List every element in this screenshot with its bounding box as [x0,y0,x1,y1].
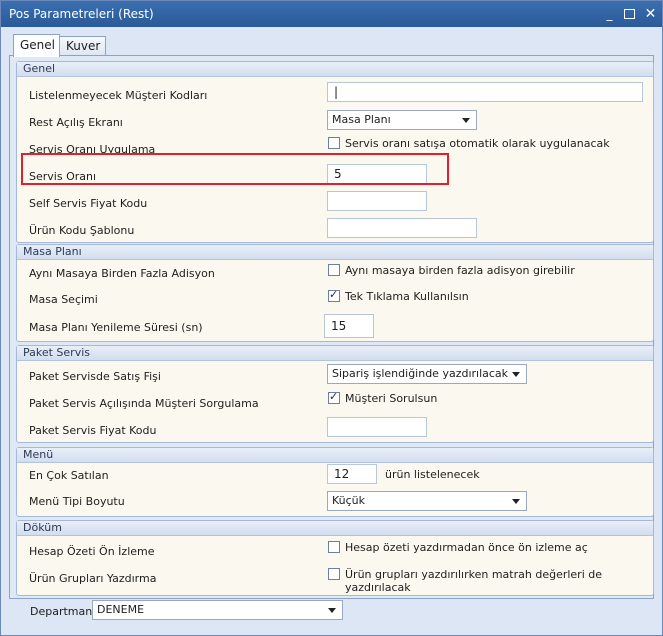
label-paket-satis-fisi: Paket Servisde Satış Fişi [29,370,161,383]
paket-satis-fisi-value: Sipariş işlendiğinde yazdırılacak [332,367,509,380]
servis-orani-highlight [21,153,449,185]
label-self-servis: Self Servis Fiyat Kodu [29,197,148,210]
musteri-sorulsun-checkbox-label: Müşteri Sorulsun [345,392,438,405]
urun-listelenecek-label: ürün listelenecek [385,468,480,481]
label-ayni-masaya: Aynı Masaya Birden Fazla Adisyon [29,267,215,280]
rest-acilis-value: Masa Planı [332,113,391,126]
yenileme-suresi-input[interactable]: 15 [324,314,374,338]
group-menu: Menü En Çok Satılan 12 ürün listelenecek… [16,447,654,517]
departman-select[interactable]: DENEME [92,600,343,620]
label-menu-tipi: Menü Tipi Boyutu [29,495,125,508]
tab-content: Genel Listelenmeyecek Müşteri Kodları | … [9,55,654,599]
paket-fiyat-kodu-input[interactable] [327,417,427,437]
title-bar: Pos Parametreleri (Rest) _ ✕ [1,1,662,27]
minimize-button[interactable]: _ [603,8,616,20]
hesap-ozeti-checkbox-label: Hesap özeti yazdırmadan önce ön izleme a… [345,541,588,554]
group-dokum: Döküm Hesap Özeti Ön İzleme Hesap özeti … [16,520,654,596]
chevron-down-icon [462,118,470,123]
group-genel: Genel Listelenmeyecek Müşteri Kodları | … [16,61,654,243]
urun-gruplari-checkbox[interactable] [328,568,340,580]
label-paket-fiyat-kodu: Paket Servis Fiyat Kodu [29,424,157,437]
menu-tipi-select[interactable]: Küçük [327,491,527,511]
group-header: Paket Servis [17,346,653,361]
group-paket-servis: Paket Servis Paket Servisde Satış Fişi S… [16,345,654,443]
ayni-masaya-checkbox[interactable] [328,264,340,276]
group-header: Menü [17,448,653,463]
menu-tipi-value: Küçük [332,494,366,507]
group-header: Döküm [17,521,653,536]
chevron-down-icon [328,608,336,613]
label-masa-secimi: Masa Seçimi [29,293,98,306]
label-urun-gruplari: Ürün Grupları Yazdırma [29,572,157,585]
departman-label: Departman [30,605,93,618]
chevron-down-icon [512,499,520,504]
label-musteri-sorgulama: Paket Servis Açılışında Müşteri Sorgulam… [29,397,259,410]
servis-orani-checkbox[interactable] [328,137,340,149]
ayni-masaya-checkbox-label: Aynı masaya birden fazla adisyon girebil… [345,264,575,277]
label-en-cok-satilan: En Çok Satılan [29,469,109,482]
window: Pos Parametreleri (Rest) _ ✕ Genel Kuver… [0,0,663,636]
en-cok-satilan-input[interactable]: 12 [327,464,377,484]
servis-orani-checkbox-label: Servis oranı satışa otomatik olarak uygu… [345,137,610,150]
hesap-ozeti-checkbox[interactable] [328,541,340,553]
maximize-button[interactable] [624,9,635,19]
label-rest-acilis: Rest Açılış Ekranı [29,116,123,129]
group-header: Masa Planı [17,245,653,260]
tek-tiklama-checkbox[interactable] [328,288,340,302]
self-servis-input[interactable] [327,191,427,211]
tab-kuver[interactable]: Kuver [59,36,106,56]
paket-satis-fisi-select[interactable]: Sipariş işlendiğinde yazdırılacak [327,364,527,384]
label-urun-kodu: Ürün Kodu Şablonu [29,224,135,237]
tek-tiklama-checkbox-label: Tek Tıklama Kullanılsın [345,290,469,303]
urun-kodu-input[interactable] [327,218,477,238]
urun-gruplari-checkbox-label: Ürün grupları yazdırılırken matrah değer… [345,568,603,594]
label-yenileme-suresi: Masa Planı Yenileme Süresi (sn) [29,321,203,334]
group-header: Genel [17,62,653,77]
musteri-kodlari-input[interactable]: | [327,82,643,102]
group-masa-plani: Masa Planı Aynı Masaya Birden Fazla Adis… [16,244,654,342]
musteri-sorulsun-checkbox[interactable] [328,390,340,404]
window-title: Pos Parametreleri (Rest) [9,7,154,21]
chevron-down-icon [512,372,520,377]
rest-acilis-select[interactable]: Masa Planı [327,110,477,130]
close-button[interactable]: ✕ [644,7,657,21]
label-hesap-ozeti: Hesap Özeti Ön İzleme [29,545,155,558]
label-listelenmeyecek: Listelenmeyecek Müşteri Kodları [29,89,208,102]
tab-genel[interactable]: Genel [13,34,60,57]
departman-value: DENEME [97,603,145,616]
